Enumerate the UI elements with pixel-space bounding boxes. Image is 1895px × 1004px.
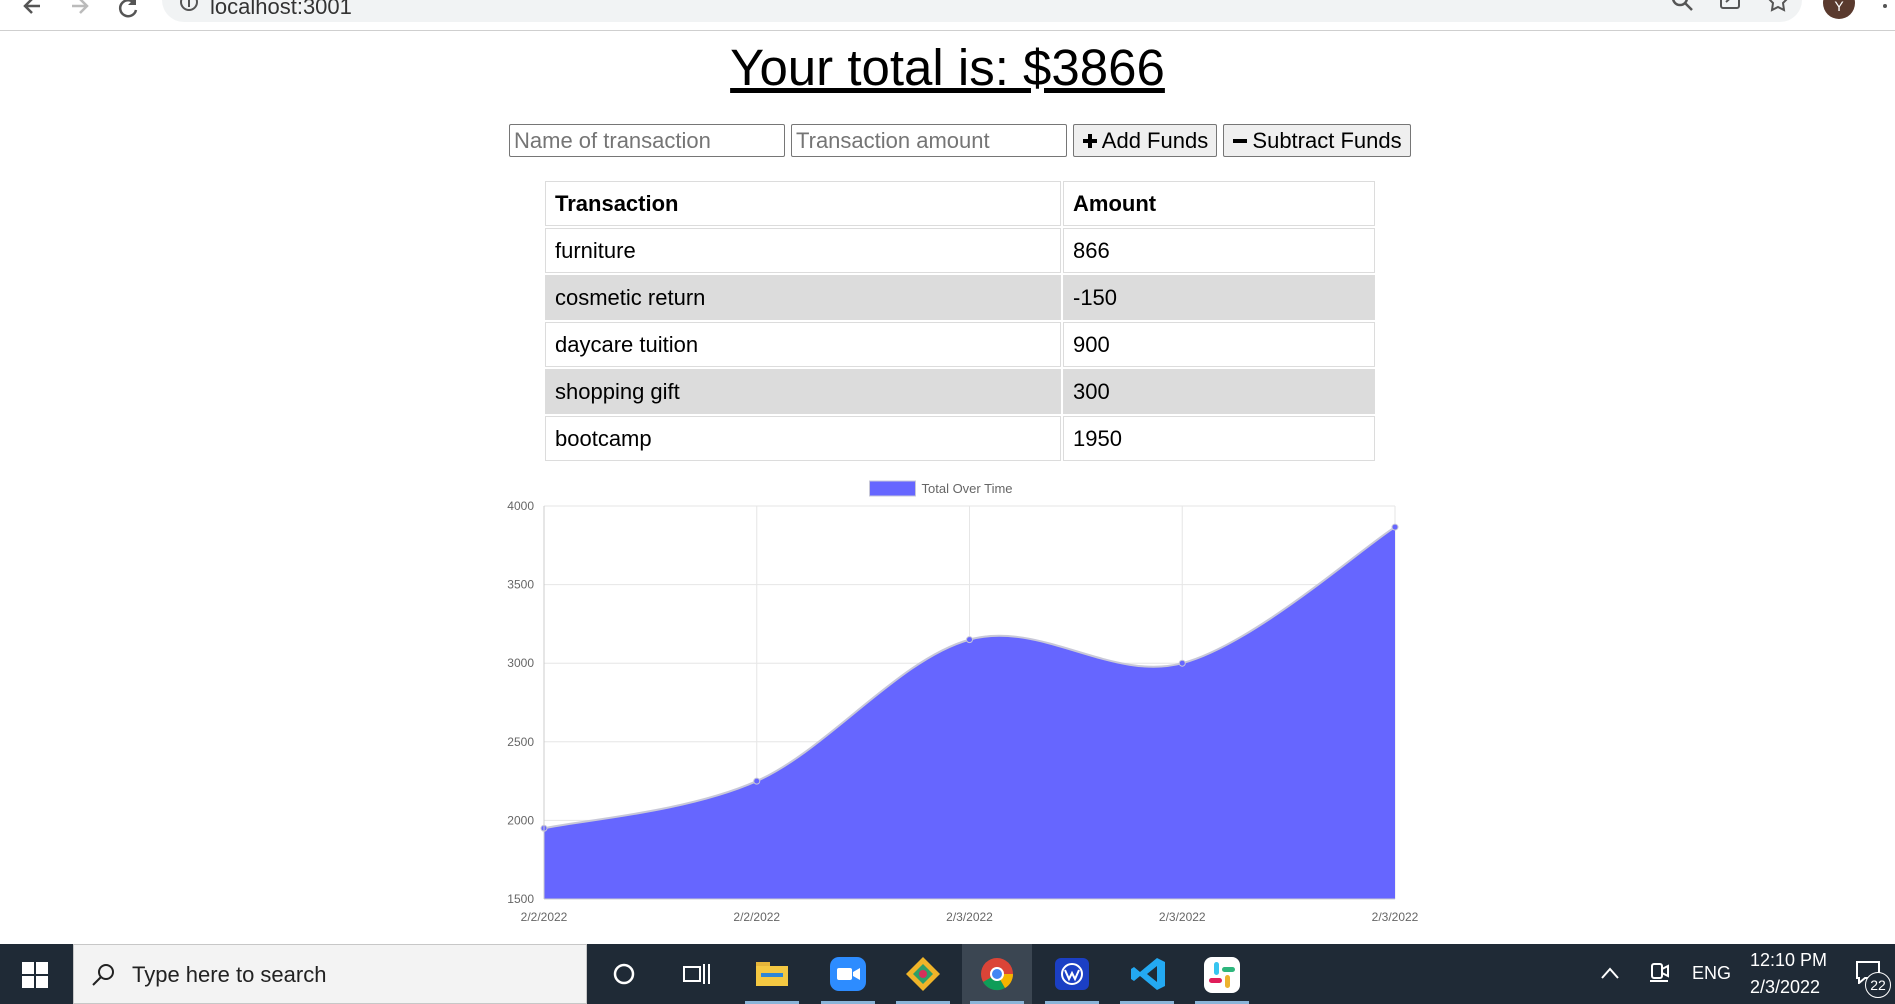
table-header-row: Transaction Amount [545,181,1375,226]
zoom-app-button[interactable] [813,944,883,1004]
wps-office-icon [1055,958,1089,990]
y-tick-label: 4000 [507,499,534,513]
add-funds-button[interactable]: Add Funds [1073,124,1217,157]
slack-icon [1204,957,1240,993]
gitkraken-button[interactable] [888,944,958,1004]
back-arrow-icon[interactable] [18,0,46,22]
transaction-amount-cell: 1950 [1063,416,1375,461]
total-over-time-chart: 1500 2000 2500 3000 3500 4000 2/2/2022 2/2/2022… [507,480,1419,924]
meet-now-icon[interactable] [1648,961,1670,987]
transaction-amount-cell: 866 [1063,228,1375,273]
header-transaction: Transaction [545,181,1061,226]
chrome-icon [981,958,1014,991]
windows-taskbar: Type here to search ENG 12:10 PM 2/3/202… [0,944,1895,1004]
share-icon[interactable] [1718,0,1744,18]
transaction-amount-cell: 300 [1063,369,1375,414]
x-tick-label: 2/2/2022 [521,910,568,924]
page-title: Your total is: $3866 [730,39,1165,96]
url-text[interactable]: localhost:3001 [210,0,352,20]
search-placeholder: Type here to search [132,962,327,987]
browser-toolbar: localhost:3001 Y [0,0,1895,31]
cortana-icon [613,963,635,985]
chevron-up-icon[interactable] [1600,966,1620,980]
address-bar[interactable] [162,0,1802,22]
transaction-name-cell: furniture [545,228,1061,273]
data-point [753,777,761,785]
legend-label: Total Over Time [922,481,1013,496]
transaction-name-cell: cosmetic return [545,275,1061,320]
transaction-name-input[interactable] [509,124,785,157]
transaction-amount-input[interactable] [791,124,1067,157]
legend-swatch [869,480,916,497]
file-explorer-icon [756,962,788,986]
reload-icon[interactable] [114,0,142,22]
task-view-icon [683,964,710,984]
forward-arrow-icon[interactable] [66,0,94,22]
cortana-button[interactable] [589,944,659,1004]
vscode-icon [1131,958,1165,990]
data-point [1178,659,1186,667]
browser-menu-icon[interactable] [1880,0,1890,16]
task-view-button[interactable] [661,944,731,1004]
data-point [1391,523,1399,531]
notification-count-badge: 22 [1865,972,1891,998]
subtract-funds-button[interactable]: Subtract Funds [1223,124,1411,157]
table-row: bootcamp 1950 [545,416,1375,461]
transactions-table: Transaction Amount furniture 866 cosmeti… [543,179,1377,463]
transaction-name-cell: daycare tuition [545,322,1061,367]
add-funds-label: Add Funds [1101,127,1209,153]
zoom-icon[interactable] [1670,0,1696,18]
vscode-button[interactable] [1112,944,1182,1004]
search-icon [92,964,114,986]
clock-time[interactable]: 12:10 PM [1750,950,1827,971]
clock-date[interactable]: 2/3/2022 [1750,977,1820,998]
table-row: cosmetic return -150 [545,275,1375,320]
git-kraken-icon [906,957,940,991]
transaction-name-cell: shopping gift [545,369,1061,414]
y-tick-label: 3000 [507,656,534,670]
language-indicator[interactable]: ENG [1692,963,1731,984]
y-tick-label: 3500 [507,578,534,592]
transaction-amount-cell: -150 [1063,275,1375,320]
taskbar-search-box[interactable]: Type here to search [73,944,587,1004]
wps-office-button[interactable] [1037,944,1107,1004]
windows-start-icon[interactable] [22,962,48,988]
site-info-icon[interactable] [178,0,200,16]
zoom-icon [830,957,866,991]
x-tick-label: 2/3/2022 [1159,910,1206,924]
table-row: furniture 866 [545,228,1375,273]
table-row: daycare tuition 900 [545,322,1375,367]
minus-icon [1233,138,1248,143]
header-amount: Amount [1063,181,1375,226]
file-explorer-button[interactable] [737,944,807,1004]
transaction-amount-cell: 900 [1063,322,1375,367]
y-tick-label: 2000 [507,813,534,827]
slack-button[interactable] [1187,944,1257,1004]
transaction-name-cell: bootcamp [545,416,1061,461]
y-tick-label: 2500 [507,735,534,749]
y-tick-label: 1500 [507,892,534,906]
subtract-funds-label: Subtract Funds [1252,127,1402,153]
chrome-button[interactable] [962,944,1032,1004]
table-row: shopping gift 300 [545,369,1375,414]
x-tick-label: 2/3/2022 [1372,910,1419,924]
x-tick-label: 2/3/2022 [946,910,993,924]
x-tick-label: 2/2/2022 [733,910,780,924]
plus-icon [1082,133,1097,148]
data-point [966,636,973,644]
profile-avatar[interactable]: Y [1823,0,1855,19]
bookmark-star-icon[interactable] [1765,0,1791,18]
